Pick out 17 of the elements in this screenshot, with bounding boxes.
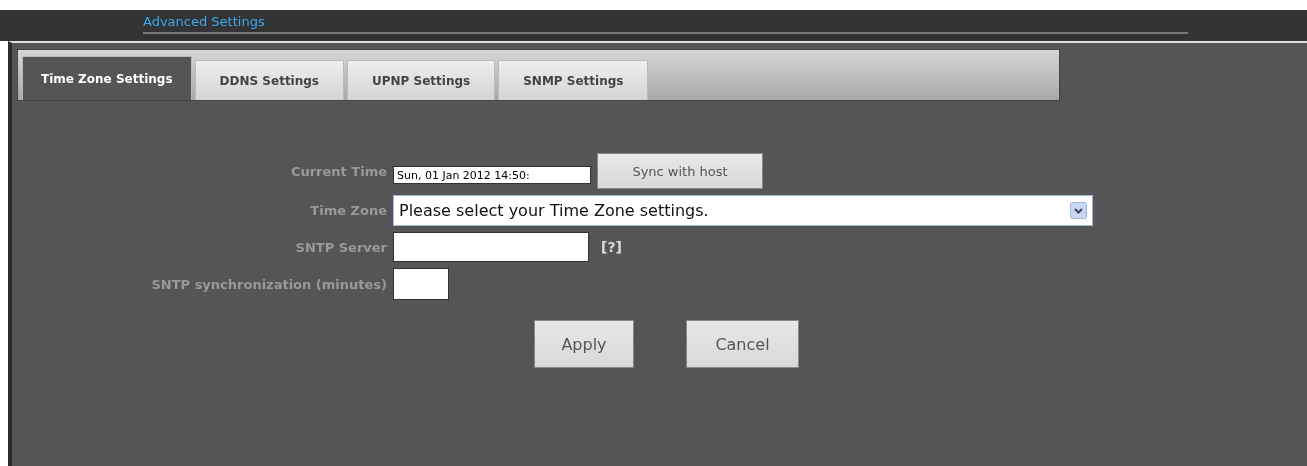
sntp-server-field[interactable] xyxy=(393,232,589,262)
tab[interactable]: Time Zone Settings xyxy=(22,56,192,100)
page-title: Advanced Settings xyxy=(143,10,1188,34)
action-button[interactable]: Apply xyxy=(534,320,634,368)
sync-minutes-field[interactable] xyxy=(393,268,449,300)
action-button[interactable]: Cancel xyxy=(686,320,799,368)
current-time-field[interactable]: Sun, 01 Jan 2012 14:50: xyxy=(393,166,591,184)
sync-button[interactable]: Sync with host xyxy=(597,153,763,189)
field-label: Current Time xyxy=(289,163,388,179)
time-zone-dropdown[interactable]: Please select your Time Zone settings. xyxy=(393,195,1093,226)
tab[interactable]: SNMP Settings xyxy=(498,60,649,100)
field-label: SNTP Server xyxy=(294,239,388,255)
tab[interactable]: DDNS Settings xyxy=(194,60,344,100)
field-label: SNTP synchronization (minutes) xyxy=(150,276,388,292)
help-link[interactable]: [?] xyxy=(601,239,622,255)
field-label: Time Zone xyxy=(309,203,388,218)
tab[interactable]: UPNP Settings xyxy=(347,60,496,100)
